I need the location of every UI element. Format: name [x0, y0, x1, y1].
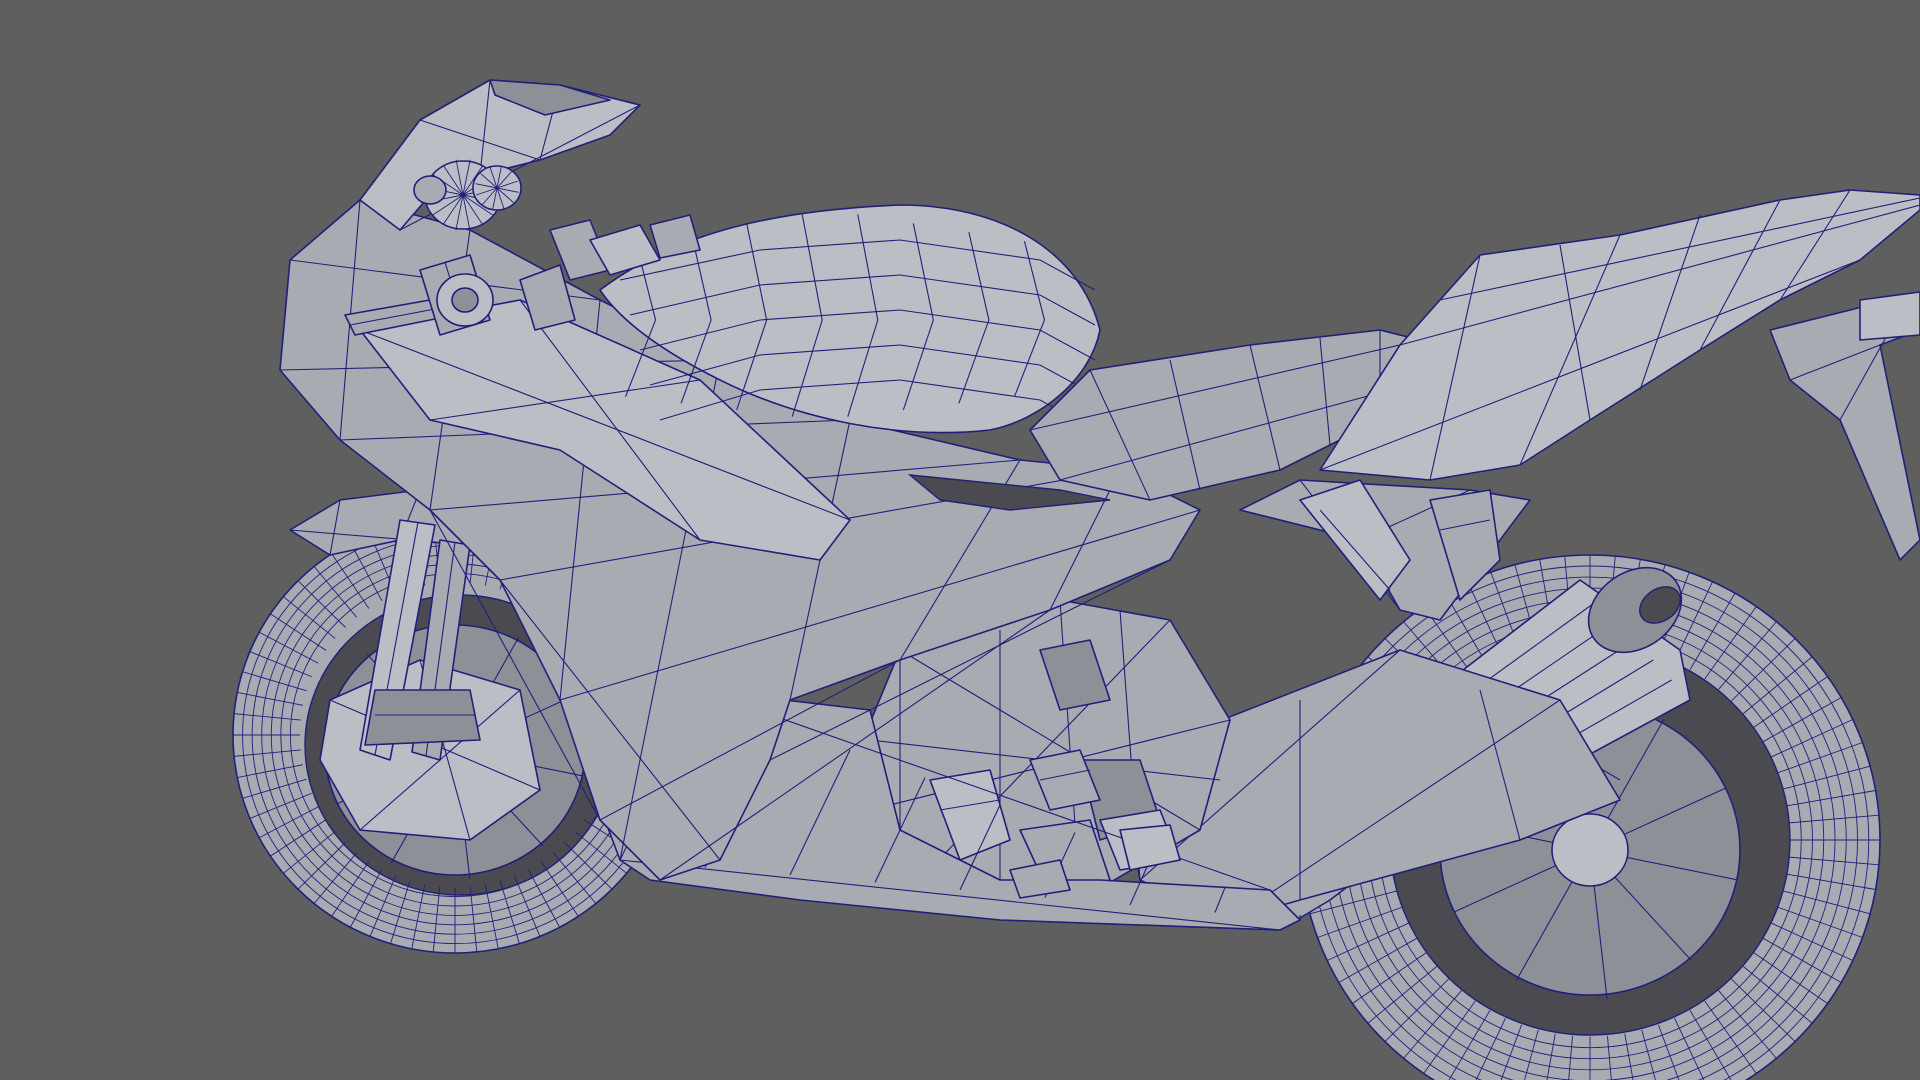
rear-mudguard[interactable] — [1769, 291, 1920, 561]
motorcycle-mesh[interactable] — [0, 0, 1920, 1080]
3d-viewport[interactable] — [0, 0, 1920, 1080]
